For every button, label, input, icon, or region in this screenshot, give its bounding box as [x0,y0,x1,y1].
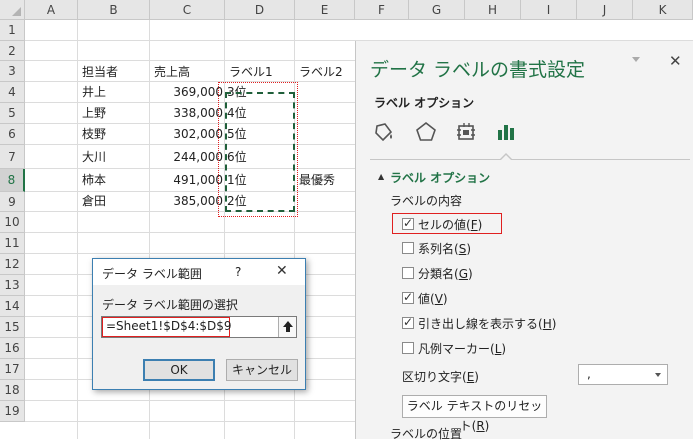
cancel-button[interactable]: キャンセル [226,359,298,381]
column-header-c[interactable]: C [150,0,225,20]
row-header[interactable]: 14 [0,296,25,317]
label-options-section-heading[interactable]: ラベル オプション [390,169,490,186]
column-header-d[interactable]: D [225,0,295,20]
row-header[interactable]: 3 [0,61,25,82]
label-options-chart-icon[interactable] [494,120,518,147]
pane-divider [370,159,690,160]
collapse-arrow-icon [283,321,293,332]
column-header-g[interactable]: G [409,0,465,20]
cell-name[interactable]: 倉田 [80,192,148,211]
category-name-label[interactable]: 分類名(G) [418,265,473,282]
separator-value: , [587,367,591,381]
cell-sales[interactable]: 302,000 [150,125,225,144]
dialog-title: データ ラベル範囲 [102,267,202,281]
size-properties-icon[interactable] [454,120,478,147]
column-header-b[interactable]: B [78,0,150,20]
value-label[interactable]: 値(V) [418,290,448,307]
category-name-checkbox[interactable] [402,267,414,279]
cell-sales[interactable]: 369,000 [150,83,225,102]
data-label-range-dialog: データ ラベル範囲 ? ✕ データ ラベル範囲の選択 =Sheet1!$D$4:… [92,258,306,390]
row-header[interactable]: 5 [0,103,25,124]
reset-label-text-button[interactable]: ラベル テキストのリセット(R) [402,395,547,433]
row-header[interactable]: 13 [0,275,25,296]
ok-button[interactable]: OK [143,359,215,381]
label-position-heading: ラベルの位置 [390,427,463,441]
series-name-label[interactable]: 系列名(S) [418,240,471,257]
range-input-field[interactable]: =Sheet1!$D$4:$D$9 [101,316,297,338]
series-name-checkbox[interactable] [402,242,414,254]
row-header[interactable]: 18 [0,380,25,401]
column-header-h[interactable]: H [465,0,521,20]
cell-name[interactable]: 大川 [80,148,148,167]
cell-name[interactable]: 上野 [80,104,148,123]
leader-lines-checkbox[interactable] [402,315,414,329]
cell-name[interactable]: 枝野 [80,125,148,144]
row-header[interactable]: 11 [0,233,25,254]
row-header[interactable]: 6 [0,124,25,145]
collapse-triangle-icon[interactable]: ▲ [378,172,384,181]
separator-label: 区切り文字(E) [402,370,479,384]
column-header-a[interactable]: A [25,0,78,20]
cell-header-tanto[interactable]: 担当者 [80,63,148,82]
column-header-i[interactable]: I [521,0,577,20]
cell-sales[interactable]: 385,000 [150,192,225,211]
row-header[interactable]: 17 [0,359,25,380]
help-button[interactable]: ? [235,265,241,279]
format-data-labels-pane: データ ラベルの書式設定 ✕ ラベル オプション ▲ ラベル オプション ラベル… [355,41,693,441]
cell-header-label1[interactable]: ラベル1 [227,63,293,82]
cell-value-label[interactable]: セルの値(F) [418,216,482,233]
cell-name[interactable]: 井上 [80,83,148,102]
row-header-selected[interactable]: 8 [0,169,25,192]
row-header[interactable]: 15 [0,317,25,338]
legend-key-checkbox[interactable] [402,342,414,354]
pane-title: データ ラベルの書式設定 [370,59,586,81]
cell-value-checkbox[interactable] [402,216,414,230]
column-header-f[interactable]: F [355,0,409,20]
fill-line-icon[interactable] [372,120,396,147]
cell-sales[interactable]: 244,000 [150,148,225,167]
row-header[interactable]: 2 [0,41,25,61]
row-header[interactable]: 12 [0,254,25,275]
cell-name[interactable]: 柿本 [80,171,148,190]
row-header[interactable]: 4 [0,82,25,103]
pane-close-icon[interactable]: ✕ [669,52,682,70]
cell-header-uriage[interactable]: 売上高 [152,63,224,82]
column-header-k[interactable]: K [633,0,693,20]
row-header[interactable]: 16 [0,338,25,359]
row-header[interactable]: 19 [0,401,25,422]
dialog-close-icon[interactable]: ✕ [276,263,288,279]
row-header[interactable]: 1 [0,20,25,41]
cell-sales[interactable]: 338,000 [150,104,225,123]
cell-label2[interactable]: 最優秀 [297,171,353,190]
pane-options-dropdown-icon[interactable] [632,57,640,62]
column-header-e[interactable]: E [295,0,355,20]
cell-header-label2[interactable]: ラベル2 [297,63,353,82]
label-options-tab[interactable]: ラベル オプション [374,94,474,111]
chevron-down-icon [655,373,661,377]
dialog-prompt: データ ラベル範囲の選択 [102,298,238,312]
value-checkbox[interactable] [402,290,414,304]
selected-range-marquee [225,92,295,212]
effects-icon[interactable] [414,120,438,147]
range-input-value: =Sheet1!$D$4:$D$9 [106,319,232,333]
row-header[interactable]: 10 [0,212,25,233]
leader-lines-label[interactable]: 引き出し線を表示する(H) [418,315,556,332]
row-header[interactable]: 7 [0,145,25,169]
label-contents-heading: ラベルの内容 [390,194,463,208]
row-header[interactable]: 9 [0,192,25,212]
column-header-j[interactable]: J [577,0,633,20]
cell-sales[interactable]: 491,000 [150,171,225,190]
collapse-dialog-button[interactable] [278,317,296,337]
legend-key-label[interactable]: 凡例マーカー(L) [418,340,506,357]
separator-dropdown[interactable]: , [578,364,668,385]
select-all-corner[interactable] [0,0,25,20]
